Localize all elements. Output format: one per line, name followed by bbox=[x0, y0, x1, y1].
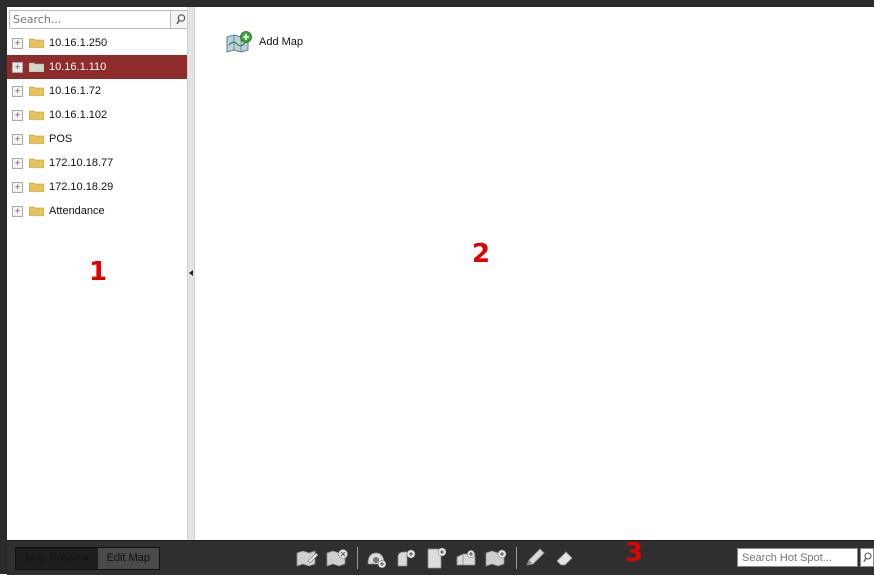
folder-icon bbox=[29, 206, 44, 216]
tree-item-label: Attendance bbox=[49, 205, 105, 217]
add-alarm-output-button[interactable] bbox=[454, 546, 478, 570]
tree-item-label: 172.10.18.77 bbox=[49, 157, 114, 169]
toolbar-separator bbox=[357, 547, 358, 569]
folder-icon bbox=[29, 38, 44, 48]
collapse-arrow-icon[interactable] bbox=[189, 270, 193, 276]
search-icon bbox=[862, 552, 872, 563]
tree-item-label: POS bbox=[49, 133, 73, 145]
view-mode-tabs: Map Preview Edit Map bbox=[15, 547, 160, 570]
expand-toggle[interactable]: + bbox=[12, 61, 23, 73]
add-alarm-input-icon bbox=[397, 549, 416, 567]
folder-icon bbox=[29, 182, 44, 192]
delete-map-icon bbox=[326, 549, 348, 567]
tree-item-pos[interactable]: + POS bbox=[7, 127, 187, 151]
add-hot-region-icon bbox=[485, 549, 507, 567]
folder-icon bbox=[29, 134, 44, 144]
add-camera-button[interactable] bbox=[364, 546, 388, 570]
pencil-icon bbox=[526, 548, 545, 566]
delete-map-button[interactable] bbox=[325, 546, 349, 570]
map-display-area: Add Map 2 bbox=[195, 7, 874, 540]
hot-spot-search-input[interactable] bbox=[738, 549, 857, 566]
add-door-button[interactable] bbox=[424, 546, 448, 570]
area-number-1: 1 bbox=[89, 257, 108, 287]
expand-toggle[interactable]: + bbox=[12, 85, 23, 97]
add-door-icon bbox=[427, 547, 447, 569]
modify-map-icon bbox=[296, 550, 318, 567]
tree-item-10-16-1-110[interactable]: + 10.16.1.110 bbox=[7, 55, 187, 79]
map-tree: + 10.16.1.250 + 10.16.1.110 + 10.16.1.72… bbox=[7, 31, 187, 223]
map-tools bbox=[295, 546, 583, 570]
expand-toggle[interactable]: + bbox=[12, 37, 23, 49]
eraser-icon bbox=[556, 551, 573, 566]
tab-edit-map[interactable]: Edit Map bbox=[97, 548, 159, 569]
hot-spot-search-button[interactable] bbox=[860, 548, 874, 567]
expand-toggle[interactable]: + bbox=[12, 181, 23, 193]
modify-map-button[interactable] bbox=[295, 546, 319, 570]
tree-item-label: 172.10.18.29 bbox=[49, 181, 114, 193]
add-alarm-output-icon bbox=[456, 550, 476, 566]
folder-icon bbox=[29, 62, 44, 72]
expand-toggle[interactable]: + bbox=[12, 133, 23, 145]
expand-toggle[interactable]: + bbox=[12, 157, 23, 169]
add-map-icon bbox=[226, 31, 252, 53]
add-map-button[interactable]: Add Map bbox=[225, 31, 303, 53]
pencil-button[interactable] bbox=[523, 546, 547, 570]
folder-icon bbox=[29, 86, 44, 96]
tree-item-10-16-1-102[interactable]: + 10.16.1.102 bbox=[7, 103, 187, 127]
area-number-3: 3 bbox=[625, 538, 644, 568]
tree-item-attendance[interactable]: + Attendance bbox=[7, 199, 187, 223]
tree-item-10-16-1-250[interactable]: + 10.16.1.250 bbox=[7, 31, 187, 55]
tree-item-label: 10.16.1.72 bbox=[49, 85, 101, 97]
toolbar-separator bbox=[516, 547, 517, 569]
add-alarm-input-button[interactable] bbox=[394, 546, 418, 570]
tree-item-label: 10.16.1.110 bbox=[49, 61, 107, 73]
search-icon bbox=[176, 14, 186, 25]
hot-spot-search-box bbox=[737, 548, 858, 567]
tree-search-input[interactable] bbox=[10, 11, 163, 28]
tree-item-10-16-1-72[interactable]: + 10.16.1.72 bbox=[7, 79, 187, 103]
add-hot-region-button[interactable] bbox=[484, 546, 508, 570]
area-number-2: 2 bbox=[472, 239, 491, 269]
tree-item-label: 10.16.1.250 bbox=[49, 37, 108, 49]
tree-item-172-10-18-29[interactable]: + 172.10.18.29 bbox=[7, 175, 187, 199]
add-camera-icon bbox=[367, 552, 387, 568]
add-map-label: Add Map bbox=[259, 36, 304, 48]
expand-toggle[interactable]: + bbox=[12, 109, 23, 121]
folder-icon bbox=[29, 158, 44, 168]
map-toolbar: Map Preview Edit Map 3 Search Hot Spot..… bbox=[7, 538, 874, 575]
tree-item-label: 10.16.1.102 bbox=[49, 109, 108, 121]
folder-icon bbox=[29, 110, 44, 120]
tree-search-box bbox=[9, 10, 192, 29]
tab-map-preview[interactable]: Map Preview bbox=[16, 548, 98, 569]
panel-splitter[interactable] bbox=[187, 7, 195, 540]
expand-toggle[interactable]: + bbox=[12, 205, 23, 217]
resource-tree-panel: + 10.16.1.250 + 10.16.1.110 + 10.16.1.72… bbox=[7, 7, 192, 540]
eraser-button[interactable] bbox=[553, 546, 577, 570]
tree-item-172-10-18-77[interactable]: + 172.10.18.77 bbox=[7, 151, 187, 175]
